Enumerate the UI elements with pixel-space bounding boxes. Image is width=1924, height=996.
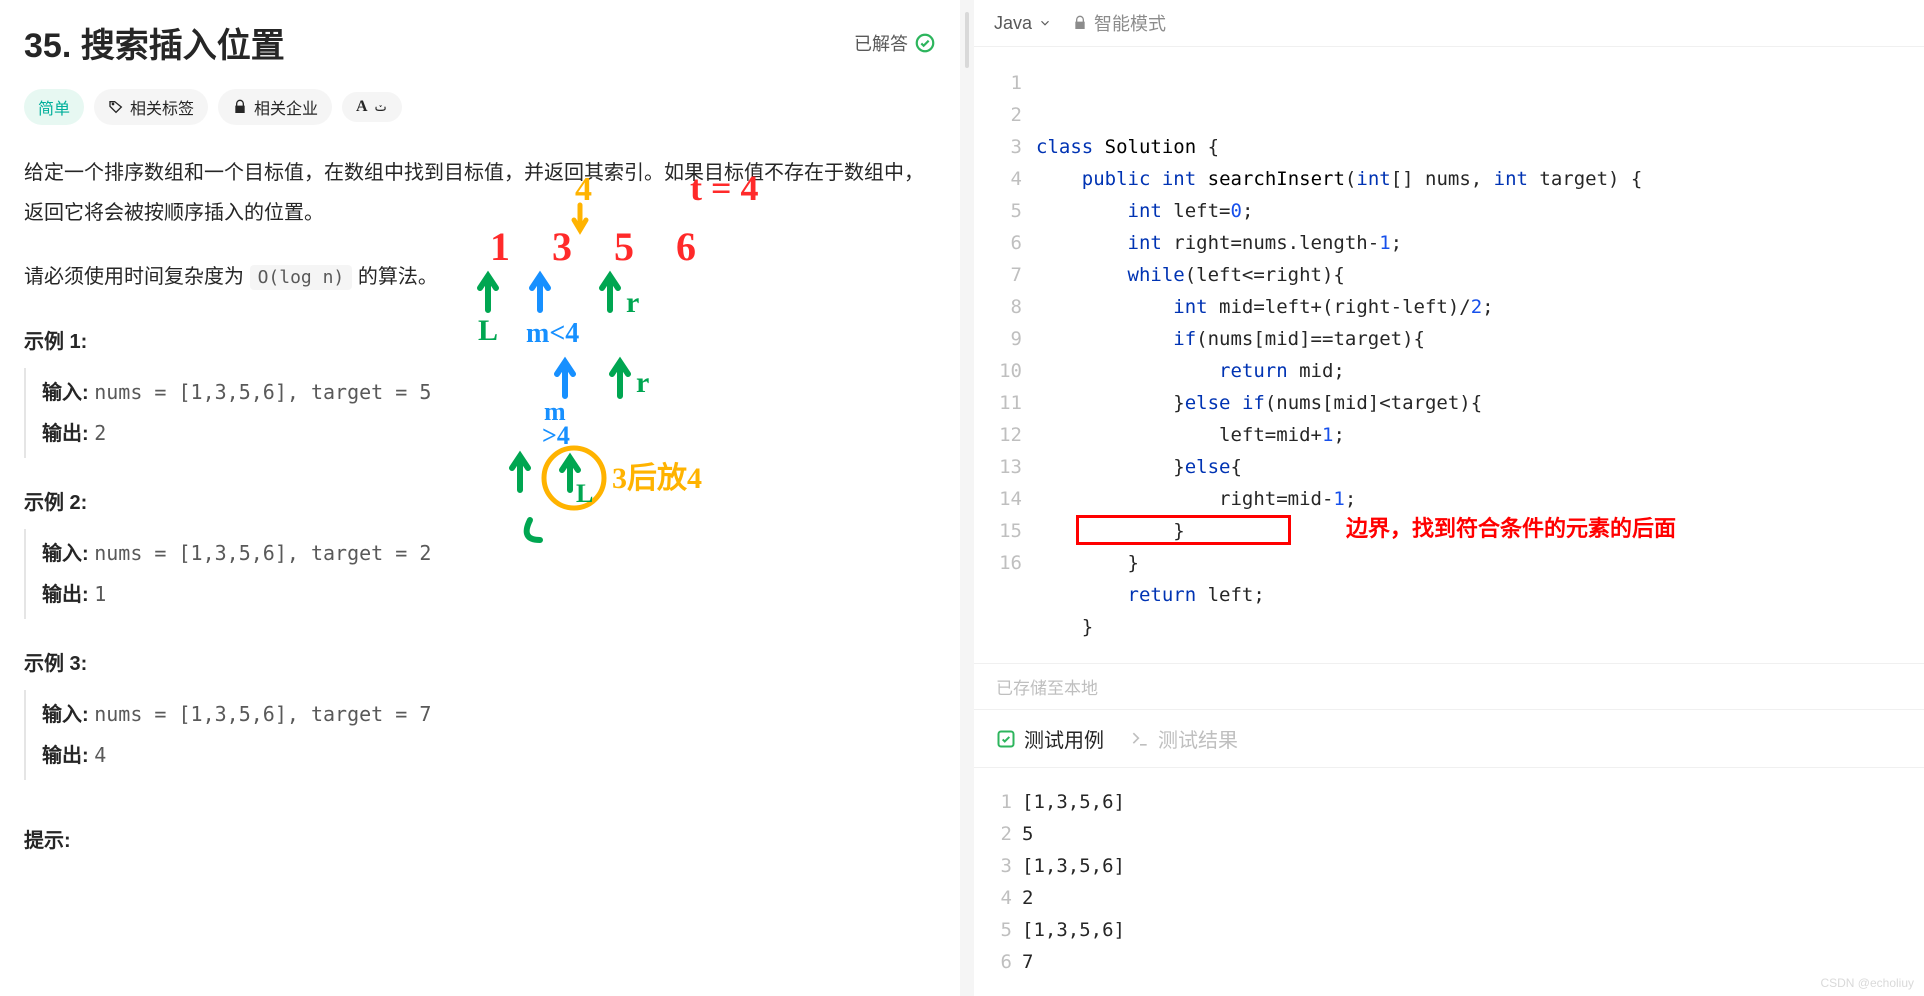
- tab-result[interactable]: 测试结果: [1130, 724, 1238, 753]
- difficulty-badge[interactable]: 简单: [24, 89, 84, 125]
- red-annotation: 边界，找到符合条件的元素的后面: [1346, 513, 1676, 545]
- tab-testcase[interactable]: 测试用例: [996, 724, 1104, 753]
- problem-title: 35. 搜索插入位置: [24, 18, 285, 67]
- example-2: 输入: nums = [1,3,5,6], target = 2 输出: 1: [24, 529, 936, 619]
- line-gutter: 12345678910111213141516: [974, 67, 1036, 663]
- editor-header: Java 智能模式: [974, 0, 1924, 47]
- code-content[interactable]: class Solution { public int searchInsert…: [1036, 67, 1924, 663]
- testcase-area[interactable]: 123456 [1,3,5,6]5[1,3,5,6]2[1,3,5,6]7: [974, 768, 1924, 996]
- watermark: CSDN @echoliuy: [1820, 976, 1914, 990]
- example-3-title: 示例 3:: [24, 647, 936, 676]
- hints-title: 提示:: [24, 824, 936, 853]
- terminal-icon: [1130, 729, 1150, 749]
- results-tabs: 测试用例 测试结果: [974, 709, 1924, 768]
- code-editor[interactable]: 12345678910111213141516 class Solution {…: [974, 47, 1924, 663]
- language-selector[interactable]: Java: [994, 13, 1052, 34]
- companies-button[interactable]: 相关企业: [218, 89, 332, 125]
- example-2-title: 示例 2:: [24, 486, 936, 515]
- problem-panel: 35. 搜索插入位置 已解答 简单 相关标签 相关企业 Aݖ 给定一个排序数组和…: [0, 0, 960, 996]
- problem-description: 给定一个排序数组和一个目标值，在数组中找到目标值，并返回其索引。如果目标值不存在…: [24, 153, 936, 233]
- font-size-button[interactable]: Aݖ: [342, 92, 402, 122]
- save-status: 已存储至本地: [974, 663, 1924, 709]
- example-1-title: 示例 1:: [24, 325, 936, 354]
- example-3: 输入: nums = [1,3,5,6], target = 7 输出: 4: [24, 690, 936, 780]
- problem-description-2: 请必须使用时间复杂度为 O(log n) 的算法。: [24, 257, 936, 297]
- testcase-content[interactable]: [1,3,5,6]5[1,3,5,6]2[1,3,5,6]7: [1022, 786, 1125, 978]
- lock-icon: [1072, 15, 1088, 31]
- check-square-icon: [996, 729, 1016, 749]
- testcase-gutter: 123456: [996, 786, 1022, 978]
- tags-button[interactable]: 相关标签: [94, 89, 208, 125]
- panel-divider[interactable]: [960, 0, 974, 996]
- mode-label: 智能模式: [1072, 10, 1166, 36]
- solved-status: 已解答: [854, 30, 936, 56]
- editor-panel: Java 智能模式 12345678910111213141516 class …: [974, 0, 1924, 996]
- tag-icon: [108, 99, 124, 115]
- chevron-down-icon: [1038, 16, 1052, 30]
- check-circle-icon: [914, 32, 936, 54]
- lock-icon: [232, 99, 248, 115]
- tags-row: 简单 相关标签 相关企业 Aݖ: [24, 89, 936, 125]
- example-1: 输入: nums = [1,3,5,6], target = 5 输出: 2: [24, 368, 936, 458]
